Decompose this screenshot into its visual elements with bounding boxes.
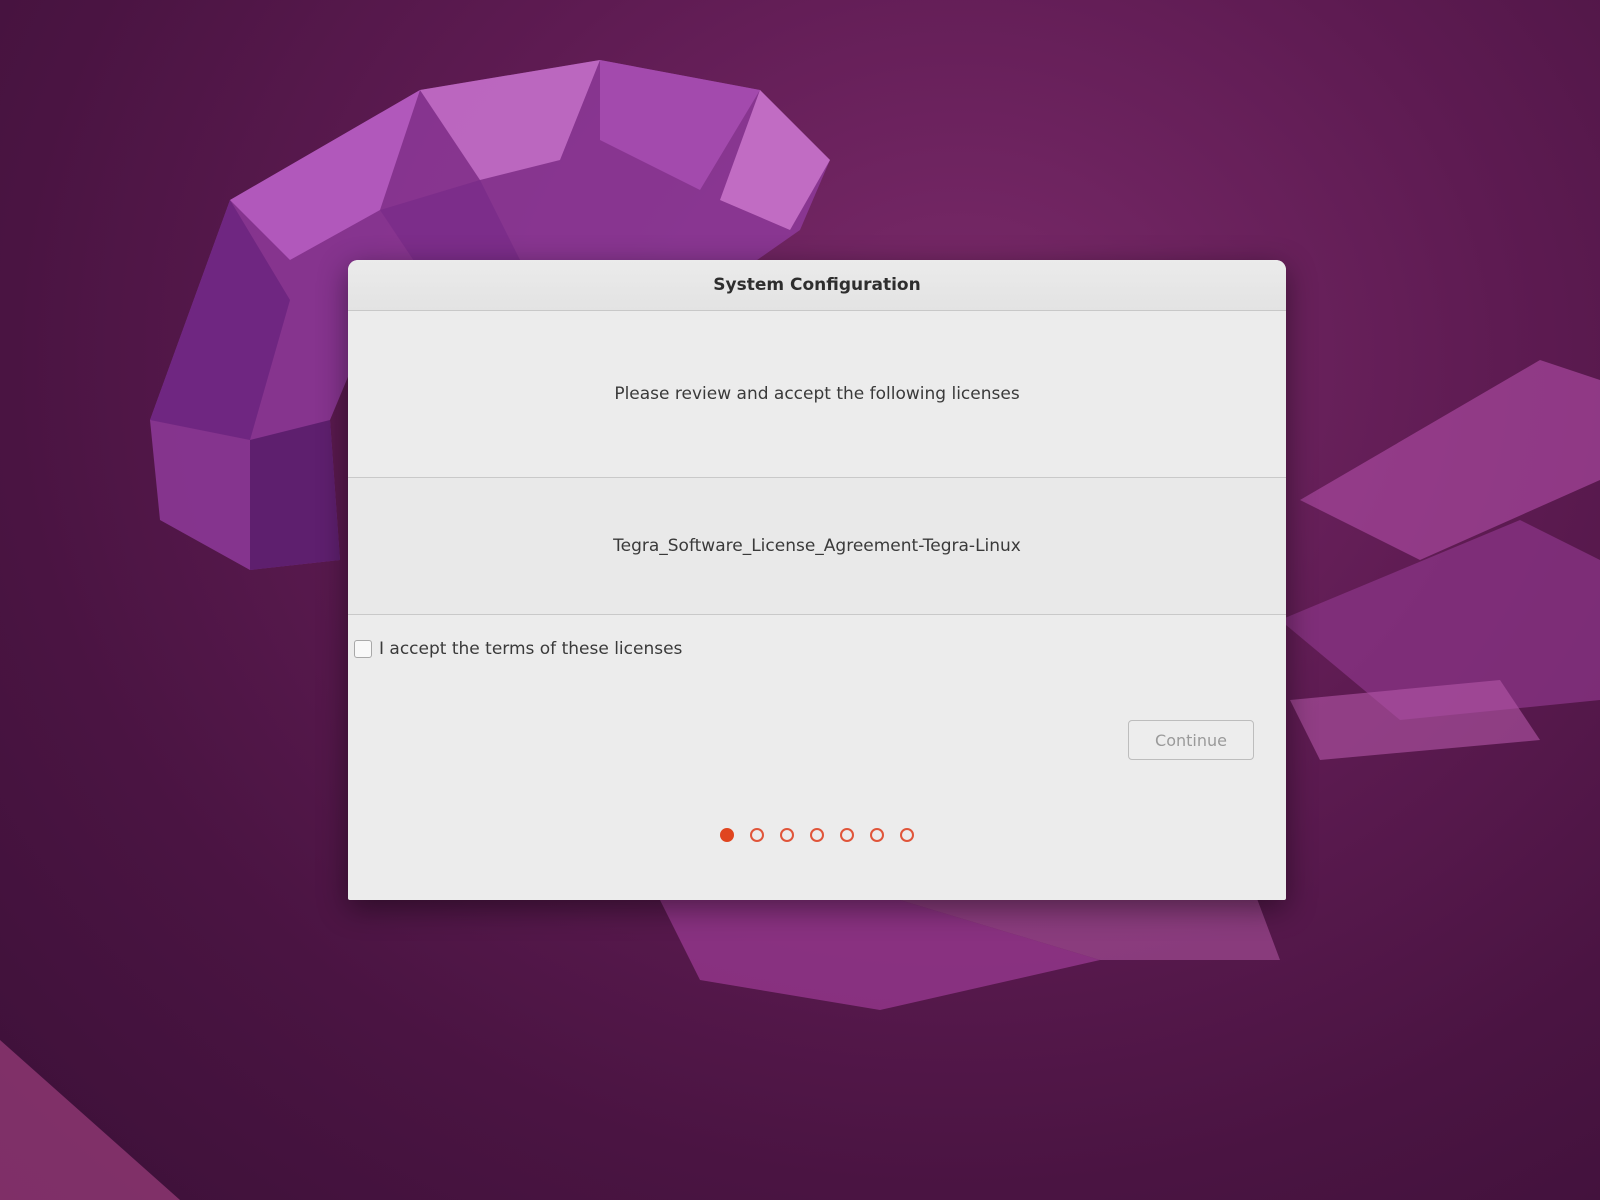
accept-label[interactable]: I accept the terms of these licenses xyxy=(379,639,682,659)
step-dot-4 xyxy=(810,828,824,842)
step-pager xyxy=(348,828,1286,842)
step-dot-2 xyxy=(750,828,764,842)
system-configuration-dialog: System Configuration Please review and a… xyxy=(348,260,1286,900)
license-list: Tegra_Software_License_Agreement-Tegra-L… xyxy=(348,477,1286,615)
continue-button[interactable]: Continue xyxy=(1128,720,1254,760)
accept-row[interactable]: I accept the terms of these licenses xyxy=(348,615,1286,659)
step-dot-5 xyxy=(840,828,854,842)
intro-section: Please review and accept the following l… xyxy=(348,311,1286,477)
desktop: System Configuration Please review and a… xyxy=(0,0,1600,1200)
dialog-titlebar[interactable]: System Configuration xyxy=(348,260,1286,311)
step-dot-3 xyxy=(780,828,794,842)
license-item[interactable]: Tegra_Software_License_Agreement-Tegra-L… xyxy=(613,536,1021,556)
accept-checkbox[interactable] xyxy=(354,640,372,658)
intro-text: Please review and accept the following l… xyxy=(614,384,1020,404)
step-dot-6 xyxy=(870,828,884,842)
dialog-title: System Configuration xyxy=(713,275,921,295)
step-dot-7 xyxy=(900,828,914,842)
step-dot-1 xyxy=(720,828,734,842)
